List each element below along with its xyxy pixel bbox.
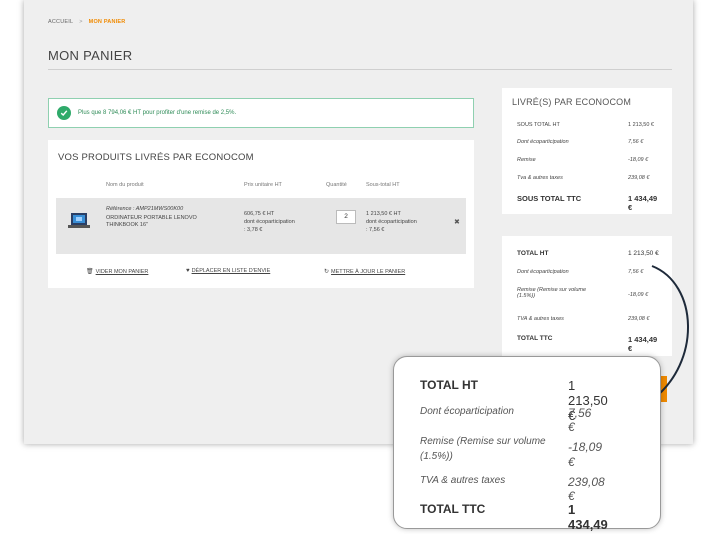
move-to-wishlist-button[interactable]: ♥ DÉPLACER EN LISTE D'ENVIE <box>186 268 270 274</box>
summary-line: SOUS TOTAL TTC 1 434,49 € <box>517 194 660 212</box>
summary-label: Tva & autres taxes <box>517 175 563 181</box>
close-icon[interactable]: ✖ <box>454 218 460 226</box>
zoom-line: Dont écoparticipation 7,56 € <box>420 406 591 434</box>
empty-cart-label: VIDER MON PANIER <box>95 269 149 275</box>
zoom-label: Dont écoparticipation <box>420 406 514 417</box>
promo-banner: Plus que 8 794,06 € HT pour profiter d'u… <box>48 98 474 128</box>
summary-value: -18,09 € <box>628 157 649 163</box>
summary-label: Dont écoparticipation <box>517 139 569 145</box>
unit-eco-line1: dont écoparticipation <box>244 219 295 225</box>
zoom-line: TOTAL TTC 1 434,49 € <box>420 502 608 534</box>
summary-value: 1 213,50 € <box>628 122 654 128</box>
unit-eco-line2: : 3,78 € <box>244 227 263 233</box>
summary-line: SOUS TOTAL HT 1 213,50 € <box>517 122 660 128</box>
summary-line: Tva & autres taxes 239,08 € <box>517 175 660 181</box>
zoom-label: Remise (Remise sur volume <box>420 436 546 447</box>
summary-value: 7,56 € <box>628 139 644 145</box>
empty-cart-button[interactable]: 🗑 VIDER MON PANIER <box>86 268 148 275</box>
col-header-subtotal: Sous-total HT <box>366 182 400 188</box>
zoom-value: 7,56 € <box>568 406 592 434</box>
products-heading: VOS PRODUITS LIVRÉS PAR ECONOCOM <box>58 152 254 163</box>
breadcrumb: ACCUEIL > MON PANIER <box>48 19 125 25</box>
unit-price: 606,75 € HT <box>244 211 275 217</box>
zoom-line: TVA & autres taxes 239,08 € <box>420 475 605 503</box>
refresh-cart-label: METTRE À JOUR LE PANIER <box>331 269 406 275</box>
summary-value: 1 213,50 € <box>628 250 659 257</box>
zoom-label: TOTAL HT <box>420 378 478 392</box>
zoom-label: (1.5%)) <box>420 451 453 462</box>
zoom-value: -18,09 € <box>568 440 603 469</box>
breadcrumb-home[interactable]: ACCUEIL <box>48 19 73 25</box>
promo-message: Plus que 8 794,06 € HT pour profiter d'u… <box>78 110 237 116</box>
delivered-summary: LIVRÉ(S) PAR ECONOCOM SOUS TOTAL HT 1 21… <box>502 88 672 214</box>
col-header-name: Nom du produit <box>106 182 144 188</box>
summary-label: TOTAL TTC <box>517 335 553 342</box>
summary-line: Remise -18,09 € <box>517 157 660 163</box>
trash-icon: 🗑 <box>86 269 94 275</box>
col-header-unit-price: Prix unitaire HT <box>244 182 282 188</box>
summary-label: Remise <box>517 157 536 163</box>
summary-value: 239,08 € <box>628 175 650 181</box>
summary-line: Dont écoparticipation 7,56 € <box>517 139 660 145</box>
row-eco-line1: dont écoparticipation <box>366 219 417 225</box>
zoom-line: Remise (Remise sur volume (1.5%)) -18,09… <box>420 434 602 469</box>
summary-label: (1.5%)) <box>517 293 536 299</box>
quantity-input[interactable]: 2 <box>336 210 356 224</box>
product-reference: Référence : AMP21MWS00K00 <box>106 206 184 212</box>
summary-label: SOUS TOTAL TTC <box>517 194 582 203</box>
delivered-summary-heading: LIVRÉ(S) PAR ECONOCOM <box>512 97 632 107</box>
row-eco-line2: : 7,56 € <box>366 227 385 233</box>
page-title: MON PANIER <box>48 48 133 63</box>
refresh-icon: ↻ <box>324 269 330 275</box>
summary-label: TVA & autres taxes <box>517 316 564 322</box>
summary-label: TOTAL HT <box>517 250 549 257</box>
check-circle-icon <box>57 106 71 120</box>
move-to-wishlist-label: DÉPLACER EN LISTE D'ENVIE <box>191 268 271 274</box>
breadcrumb-current: MON PANIER <box>88 19 126 25</box>
heart-icon: ♥ <box>186 268 190 274</box>
summary-value: 1 434,49 € <box>628 194 658 212</box>
products-panel: VOS PRODUITS LIVRÉS PAR ECONOCOM Nom du … <box>48 140 474 288</box>
title-divider <box>48 69 672 70</box>
laptop-icon <box>68 213 90 228</box>
zoom-line: TOTAL HT 1 213,50 € <box>420 378 608 423</box>
breadcrumb-separator: > <box>79 19 83 25</box>
totals-zoom-callout: TOTAL HT 1 213,50 € Dont écoparticipatio… <box>393 356 661 534</box>
refresh-cart-button[interactable]: ↻ METTRE À JOUR LE PANIER <box>324 268 405 275</box>
product-name-line2: THINKBOOK 16" <box>106 222 148 228</box>
summary-label: SOUS TOTAL HT <box>517 122 560 128</box>
zoom-label: TVA & autres taxes <box>420 475 506 486</box>
row-subtotal: 1 213,50 € HT <box>366 211 401 217</box>
zoom-value: 1 434,49 € <box>568 502 608 534</box>
zoom-value: 239,08 € <box>568 475 605 503</box>
summary-line: TOTAL HT 1 213,50 € <box>517 250 660 257</box>
col-header-quantity: Quantité <box>326 182 347 188</box>
summary-label: Dont écoparticipation <box>517 269 569 275</box>
zoom-label: TOTAL TTC <box>420 502 486 516</box>
product-row: Référence : AMP21MWS00K00 ORDINATEUR POR… <box>56 198 466 254</box>
